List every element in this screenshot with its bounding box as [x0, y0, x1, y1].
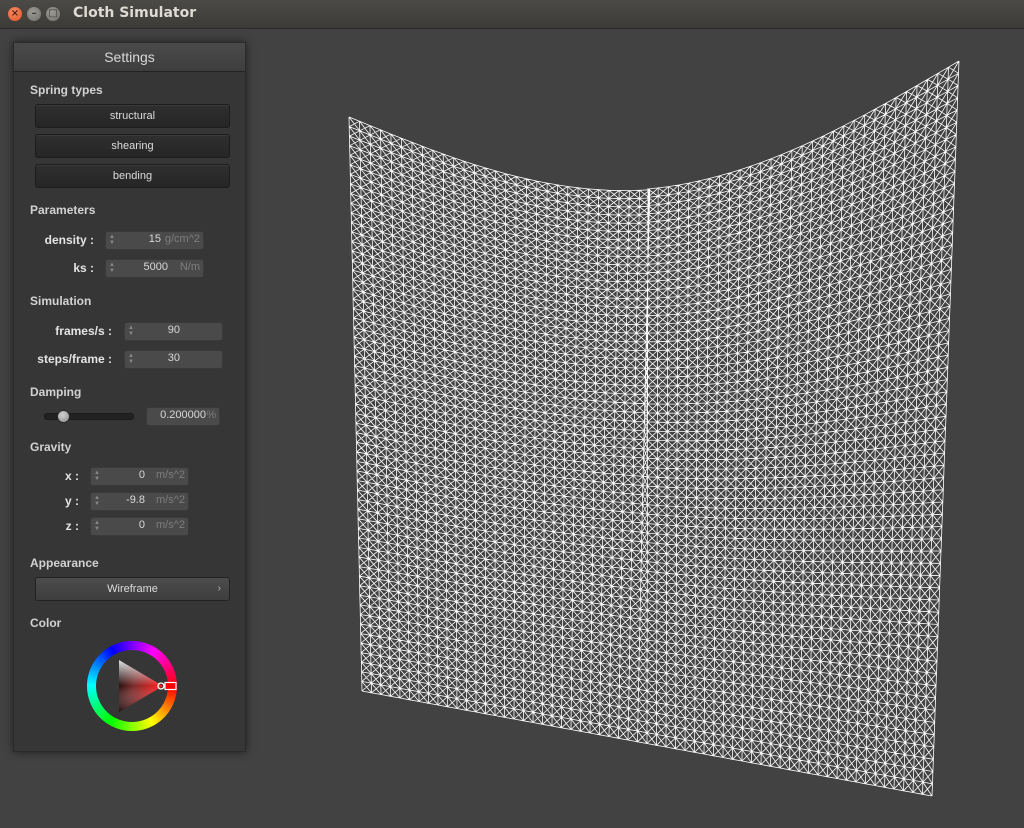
density-value: 15 — [148, 233, 161, 245]
gravity-z-field[interactable]: ▲ ▼ 0 m/s^2 — [90, 517, 189, 536]
saturation-value-triangle[interactable] — [119, 660, 163, 712]
appearance-selected: Wireframe — [107, 583, 158, 595]
bending-spring-button[interactable]: bending — [35, 164, 230, 188]
maximize-window-button[interactable]: □ — [46, 7, 60, 21]
gravity-z-unit: m/s^2 — [156, 519, 185, 531]
spinner-arrows-icon[interactable]: ▲ ▼ — [94, 470, 100, 482]
damping-field[interactable]: 0.200000 % — [146, 407, 220, 426]
spinner-arrows-icon[interactable]: ▲ ▼ — [94, 520, 100, 532]
parameters-heading: Parameters — [30, 203, 96, 217]
damping-slider[interactable] — [44, 410, 134, 423]
damping-slider-handle[interactable] — [56, 410, 70, 423]
gravity-x-unit: m/s^2 — [156, 469, 185, 481]
gravity-x-label: x : — [64, 469, 79, 483]
spinner-arrows-icon[interactable]: ▲ ▼ — [109, 234, 115, 246]
density-field[interactable]: ▲ ▼ 15 g/cm^2 — [105, 231, 204, 250]
ks-value: 5000 — [143, 261, 168, 273]
simulation-heading: Simulation — [30, 294, 92, 308]
gravity-z-value: 0 — [138, 519, 145, 531]
damping-heading: Damping — [30, 385, 82, 399]
cloth-wireframe-mesh — [348, 60, 960, 797]
appearance-heading: Appearance — [30, 556, 99, 570]
shearing-spring-button[interactable]: shearing — [35, 134, 230, 158]
gravity-y-field[interactable]: ▲ ▼ -9.8 m/s^2 — [90, 492, 189, 511]
settings-panel-header[interactable]: Settings — [14, 43, 245, 72]
density-unit: g/cm^2 — [164, 233, 200, 245]
hue-selection-marker[interactable] — [164, 681, 177, 691]
appearance-dropdown[interactable]: Wireframe › — [35, 577, 230, 601]
title-bar: × – □ Cloth Simulator — [0, 0, 1024, 29]
cloth-mesh-lines — [348, 60, 960, 797]
gravity-y-label: y : — [64, 494, 79, 508]
color-heading: Color — [30, 616, 62, 630]
damping-value: 0.200000 — [160, 409, 206, 421]
gravity-z-label: z : — [65, 519, 79, 533]
frames-per-second-label: frames/s : — [55, 324, 112, 338]
gravity-x-field[interactable]: ▲ ▼ 0 m/s^2 — [90, 467, 189, 486]
damping-unit: % — [206, 409, 216, 421]
settings-panel: Settings Spring types structural shearin… — [13, 42, 246, 752]
structural-spring-button[interactable]: structural — [35, 104, 230, 128]
ks-field[interactable]: ▲ ▼ 5000 N/m — [105, 259, 204, 278]
ks-unit: N/m — [179, 261, 200, 273]
steps-per-frame-label: steps/frame : — [37, 352, 112, 366]
minimize-window-button[interactable]: – — [27, 7, 41, 21]
spring-types-heading: Spring types — [30, 83, 103, 97]
ks-label: ks : — [73, 261, 94, 275]
gravity-y-unit: m/s^2 — [156, 494, 185, 506]
spinner-arrows-icon[interactable]: ▲ ▼ — [94, 495, 100, 507]
density-label: density : — [44, 233, 94, 247]
spinner-arrows-icon[interactable]: ▲ ▼ — [109, 262, 115, 274]
gravity-heading: Gravity — [30, 440, 72, 454]
frames-per-second-value: 90 — [167, 324, 180, 336]
frames-per-second-field[interactable]: ▲ ▼ 90 — [124, 322, 223, 341]
steps-per-frame-value: 30 — [167, 352, 180, 364]
spinner-arrows-icon[interactable]: ▲ ▼ — [128, 325, 134, 337]
window-title: Cloth Simulator — [73, 5, 197, 21]
gravity-x-value: 0 — [138, 469, 145, 481]
gravity-y-value: -9.8 — [126, 494, 145, 506]
color-wheel-picker[interactable] — [86, 640, 178, 732]
close-window-button[interactable]: × — [8, 7, 22, 21]
chevron-right-icon: › — [217, 583, 221, 594]
spinner-arrows-icon[interactable]: ▲ ▼ — [128, 353, 134, 365]
steps-per-frame-field[interactable]: ▲ ▼ 30 — [124, 350, 223, 369]
